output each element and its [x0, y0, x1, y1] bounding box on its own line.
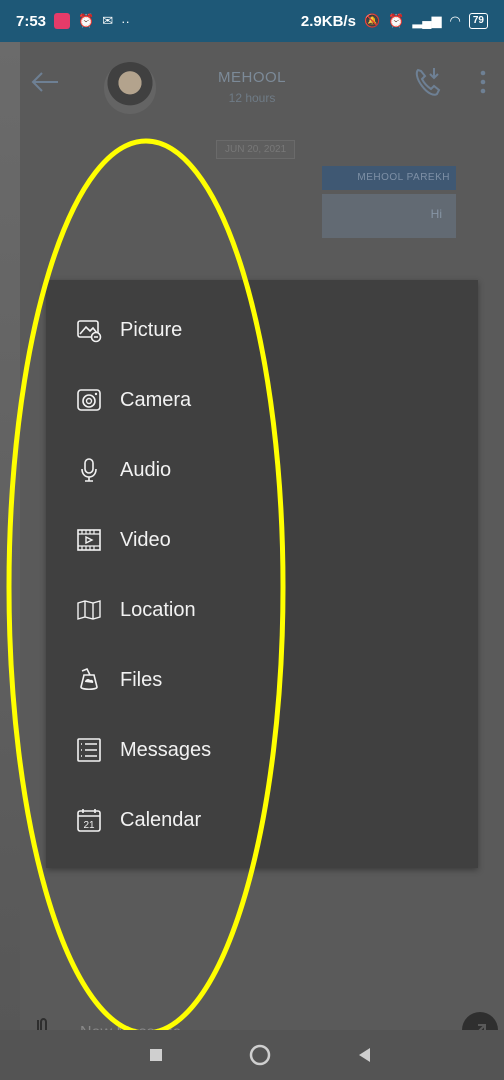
- menu-item-label: Camera: [120, 388, 192, 411]
- calendar-day: 21: [83, 820, 95, 831]
- signal-icon: ▂▄▆: [412, 13, 442, 28]
- menu-item-video[interactable]: Video: [76, 520, 171, 560]
- menu-item-audio[interactable]: Audio: [76, 450, 171, 490]
- calendar-icon: 21: [77, 809, 101, 832]
- network-speed: 2.9KB/s: [300, 12, 356, 30]
- home-button[interactable]: [247, 1042, 273, 1068]
- more-dots-icon: ··: [121, 13, 130, 29]
- menu-item-label: Files: [120, 668, 163, 691]
- menu-item-label: Calendar: [120, 808, 202, 831]
- picture-icon: [77, 320, 102, 343]
- menu-item-files[interactable]: Files: [76, 660, 162, 700]
- chat-screen: MEHOOL 12 hours JUN 20, 2021 MEHOOL PARE…: [0, 42, 504, 1048]
- navigation-bar: [0, 1030, 504, 1080]
- status-time: 7:53: [16, 12, 47, 30]
- menu-item-picture[interactable]: Picture: [76, 310, 182, 350]
- gmail-icon: ✉: [102, 13, 114, 28]
- wifi-icon: ◠: [449, 13, 461, 28]
- menu-item-label: Audio: [120, 458, 172, 481]
- menu-item-messages[interactable]: Messages: [76, 730, 211, 770]
- alarm-icon: ⏰: [388, 13, 405, 28]
- menu-item-location[interactable]: Location: [76, 590, 196, 630]
- message-bubble[interactable]: Hi: [322, 194, 456, 238]
- status-bar: 7:53 ⏰ ✉ ·· 2.9KB/s 🔕 ⏰ ▂▄▆ ◠ 79: [0, 0, 504, 42]
- date-chip: JUN 20, 2021: [216, 140, 296, 159]
- call-icon[interactable]: [408, 62, 448, 102]
- circle-icon: [249, 1044, 271, 1066]
- attachment-menu: Picture Camera Audio Video Location File…: [46, 280, 478, 868]
- square-icon: [150, 1049, 162, 1061]
- chat-toolbar: MEHOOL 12 hours: [0, 42, 504, 142]
- side-edge: [0, 42, 20, 1030]
- files-icon: [80, 667, 98, 691]
- video-icon: [77, 529, 101, 551]
- microphone-icon: [81, 458, 97, 482]
- overflow-menu-icon[interactable]: [478, 68, 488, 96]
- menu-item-label: Picture: [120, 318, 183, 341]
- menu-item-label: Messages: [120, 738, 212, 761]
- alarm-icon: ⏰: [78, 13, 95, 28]
- sender-label: MEHOOL PAREKH: [322, 166, 456, 190]
- triangle-back-icon: [359, 1048, 370, 1062]
- camera-icon: [77, 389, 101, 411]
- recents-button[interactable]: [143, 1042, 169, 1068]
- menu-item-camera[interactable]: Camera: [76, 380, 191, 420]
- menu-item-label: Video: [120, 528, 171, 551]
- menu-item-calendar[interactable]: 21 Calendar: [76, 800, 201, 840]
- battery-icon: 79: [468, 13, 488, 29]
- menu-item-label: Location: [120, 598, 196, 621]
- back-button[interactable]: [351, 1042, 377, 1068]
- mute-icon: 🔕: [363, 13, 381, 28]
- map-icon: [77, 600, 101, 620]
- notification-icon: [54, 13, 71, 29]
- messages-icon: [77, 738, 101, 762]
